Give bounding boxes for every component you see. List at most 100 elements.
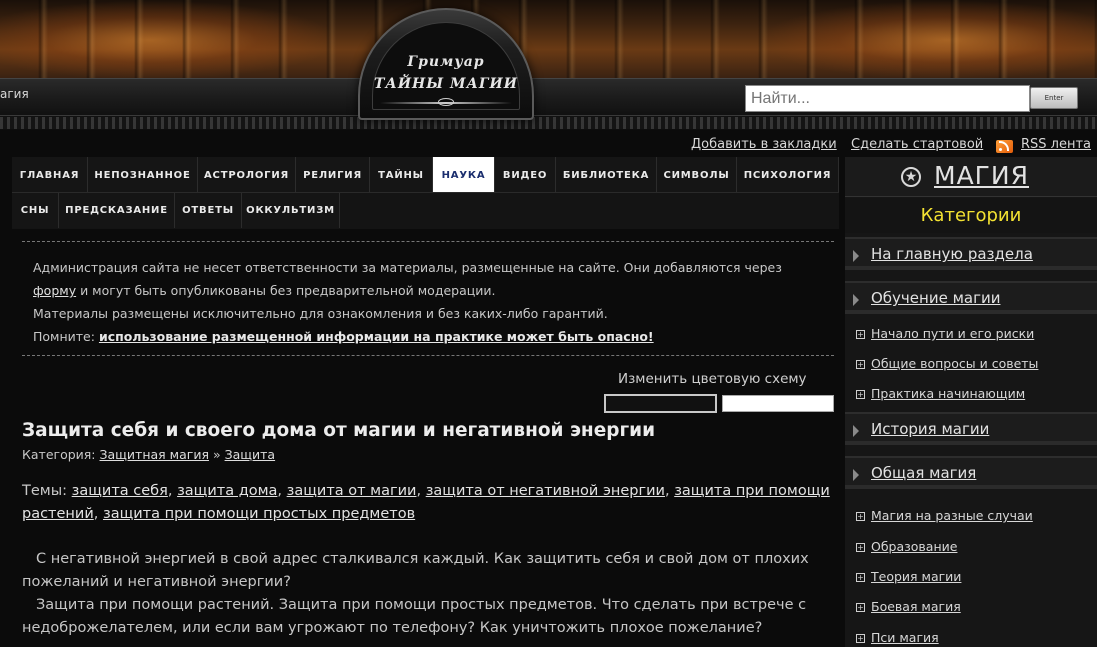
logo-line1: Гримуар xyxy=(407,54,485,70)
category-link[interactable]: Защитная магия xyxy=(99,447,208,462)
nav-item-dreams[interactable]: СНЫ xyxy=(12,193,59,228)
sidebar-link-label: Образование xyxy=(871,539,958,554)
sidebar-item-home[interactable]: На главную раздела xyxy=(845,237,1097,270)
nav-item-library[interactable]: БИБЛИОТЕКА xyxy=(556,157,657,193)
sidebar-link-label: Пси магия xyxy=(871,630,939,645)
theme-link[interactable]: защита от негативной энергии xyxy=(426,483,665,499)
triangle-right-icon xyxy=(853,250,859,262)
theme-link[interactable]: защита при помощи простых предметов xyxy=(103,506,415,522)
nav-item-home[interactable]: ГЛАВНАЯ xyxy=(12,157,88,193)
nav-row-1: ГЛАВНАЯ НЕПОЗНАННОЕ АСТРОЛОГИЯ РЕЛИГИЯ Т… xyxy=(12,157,839,193)
plus-box-icon: + xyxy=(856,634,865,643)
article-paragraph: С негативной энергией в свой адрес сталк… xyxy=(22,551,809,590)
nav-item-occultism[interactable]: ОККУЛЬТИЗМ xyxy=(242,193,340,228)
divider-bottom xyxy=(22,355,834,356)
nav-item-mysteries[interactable]: ТАЙНЫ xyxy=(370,157,433,193)
nav-item-psychology[interactable]: ПСИХОЛОГИЯ xyxy=(737,157,839,193)
article-category: Категория: Защитная магия » Защита xyxy=(22,447,275,462)
nav-item-video[interactable]: ВИДЕО xyxy=(495,157,556,193)
sidebar-link[interactable]: + Практика начинающим xyxy=(845,385,1097,409)
article-body: С негативной энергией в свой адрес сталк… xyxy=(22,548,834,640)
plus-box-icon: + xyxy=(856,543,865,552)
sidebar-link[interactable]: + Пси магия xyxy=(845,629,1097,647)
form-link[interactable]: форму xyxy=(33,283,76,298)
plus-box-icon: + xyxy=(856,512,865,521)
nav-item-answers[interactable]: ОТВЕТЫ xyxy=(175,193,242,228)
theme-link[interactable]: защита себя xyxy=(72,483,168,499)
sidebar-link[interactable]: + Начало пути и его риски xyxy=(845,325,1097,349)
nav-row-2: СНЫ ПРЕДСКАЗАНИЕ ОТВЕТЫ ОККУЛЬТИЗМ xyxy=(12,193,340,228)
sidebar-link-label: Теория магии xyxy=(871,569,962,584)
top-links: Добавить в закладки Сделать стартовой RS… xyxy=(0,137,1092,155)
article-paragraph: Защита при помощи растений. Защита при п… xyxy=(22,597,807,636)
nav-item-astrology[interactable]: АСТРОЛОГИЯ xyxy=(198,157,296,193)
sidebar-link-label: Магия на разные случаи xyxy=(871,508,1033,523)
sidebar-link-label: Практика начинающим xyxy=(871,386,1026,401)
notice-line-2: форму и могут быть опубликованы без пред… xyxy=(33,279,823,302)
add-bookmark-link[interactable]: Добавить в закладки xyxy=(691,137,837,152)
sidebar-header: ★ МАГИЯ xyxy=(845,157,1097,197)
sidebar: ★ МАГИЯ Категории На главную раздела Обу… xyxy=(845,157,1097,647)
pentagram-icon: ★ xyxy=(901,167,921,187)
sidebar-section-learning[interactable]: Обучение магии xyxy=(845,281,1097,314)
sidebar-link-label: Начало пути и его риски xyxy=(871,326,1035,341)
color-scheme-light-button[interactable] xyxy=(722,395,834,412)
notice-line-1: Администрация сайта не несет ответственн… xyxy=(33,260,782,275)
rss-icon[interactable] xyxy=(996,140,1013,153)
sidebar-subtitle: Категории xyxy=(845,198,1097,233)
sidebar-link[interactable]: + Магия на разные случаи xyxy=(845,507,1097,531)
sidebar-link[interactable]: + Образование xyxy=(845,538,1097,562)
nav-item-symbols[interactable]: СИМВОЛЫ xyxy=(657,157,737,193)
header-left-text: агия xyxy=(0,87,29,101)
triangle-right-icon xyxy=(853,425,859,437)
danger-warning-link[interactable]: использование размещенной информации на … xyxy=(99,329,654,344)
nav-item-religion[interactable]: РЕЛИГИЯ xyxy=(296,157,370,193)
header-pillars xyxy=(0,0,1097,78)
sidebar-section-label: Обучение магии xyxy=(871,289,1001,307)
search-button[interactable]: Enter xyxy=(1030,87,1078,109)
color-scheme-label: Изменить цветовую схему xyxy=(618,371,807,387)
sidebar-link[interactable]: + Общие вопросы и советы xyxy=(845,355,1097,379)
subcategory-link[interactable]: Защита xyxy=(225,447,276,462)
sidebar-link[interactable]: + Теория магии xyxy=(845,568,1097,592)
set-homepage-link[interactable]: Сделать стартовой xyxy=(851,137,983,152)
plus-box-icon: + xyxy=(856,573,865,582)
notice-remember: Помните: xyxy=(33,329,99,344)
sidebar-link-label: Боевая магия xyxy=(871,599,961,614)
color-scheme-dark-button[interactable] xyxy=(604,394,717,413)
rss-link[interactable]: RSS лента xyxy=(1021,137,1091,152)
divider-top xyxy=(22,241,834,242)
header-studs xyxy=(0,117,1097,129)
triangle-right-icon xyxy=(853,469,859,481)
theme-link[interactable]: защита дома xyxy=(177,483,277,499)
search-input[interactable] xyxy=(745,85,1030,112)
logo-line2: ТАЙНЫ МАГИИ xyxy=(374,76,518,92)
sidebar-link-label: Общие вопросы и советы xyxy=(871,356,1039,371)
category-label: Категория: xyxy=(22,447,100,462)
sidebar-item-label: На главную раздела xyxy=(871,245,1033,263)
article-title: Защита себя и своего дома от магии и нег… xyxy=(22,420,656,441)
themes-label: Темы: xyxy=(22,483,72,499)
main-nav: ГЛАВНАЯ НЕПОЗНАННОЕ АСТРОЛОГИЯ РЕЛИГИЯ Т… xyxy=(12,157,839,229)
nav-item-unknown[interactable]: НЕПОЗНАННОЕ xyxy=(88,157,198,193)
article-themes: Темы: защита себя, защита дома, защита о… xyxy=(22,483,830,522)
nav-item-prediction[interactable]: ПРЕДСКАЗАНИЕ xyxy=(59,193,175,228)
triangle-right-icon xyxy=(853,294,859,306)
sidebar-section-general[interactable]: Общая магия xyxy=(845,456,1097,489)
sidebar-section-label: История магии xyxy=(871,420,990,438)
plus-box-icon: + xyxy=(856,330,865,339)
sidebar-title[interactable]: МАГИЯ xyxy=(934,161,1029,190)
disclaimer-notice: Администрация сайта не несет ответственн… xyxy=(33,256,823,348)
nav-item-science[interactable]: НАУКА xyxy=(433,157,495,193)
theme-link[interactable]: защита от магии xyxy=(287,483,417,499)
notice-line-2-text: и могут быть опубликованы без предварите… xyxy=(76,283,496,298)
logo-ornament-eye xyxy=(438,98,454,106)
notice-line-3: Материалы размещены исключительно для оз… xyxy=(33,306,608,321)
sidebar-link[interactable]: + Боевая магия xyxy=(845,598,1097,622)
category-separator: » xyxy=(208,447,225,462)
plus-box-icon: + xyxy=(856,390,865,399)
sidebar-section-history[interactable]: История магии xyxy=(845,412,1097,445)
site-header: агия Гримуар ТАЙНЫ МАГИИ Enter xyxy=(0,0,1097,130)
plus-box-icon: + xyxy=(856,360,865,369)
plus-box-icon: + xyxy=(856,603,865,612)
